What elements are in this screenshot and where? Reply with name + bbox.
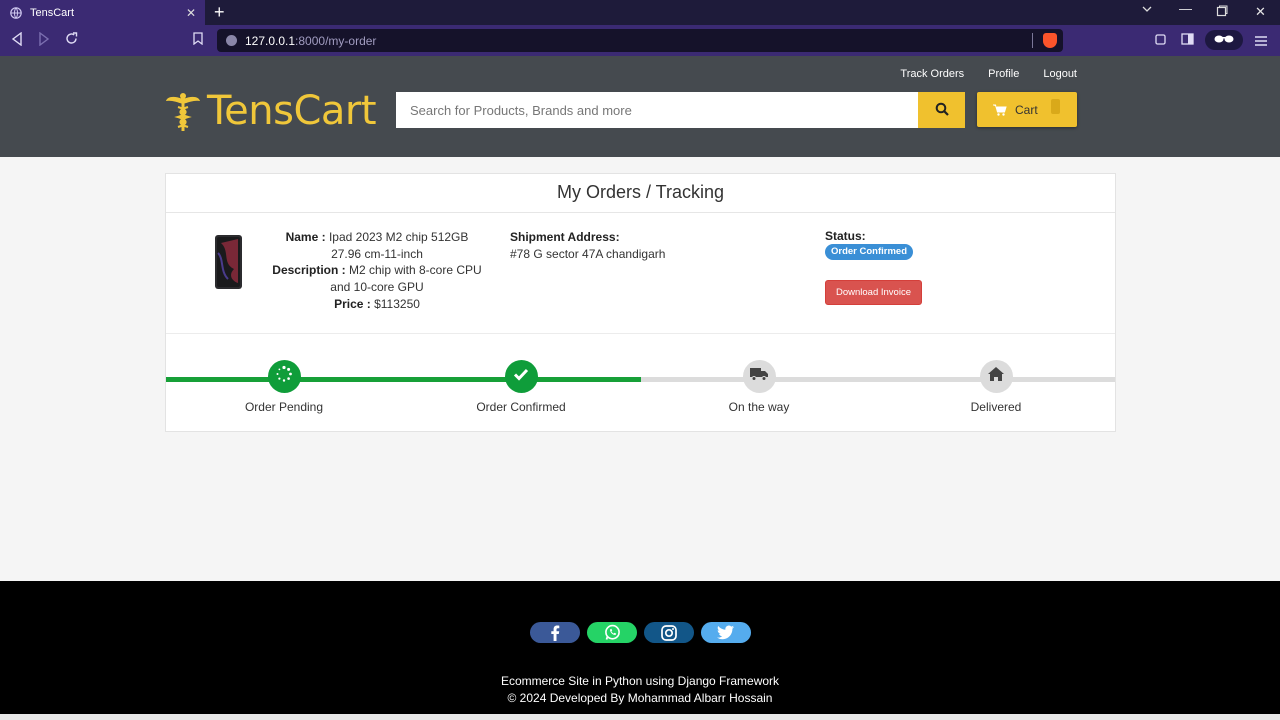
product-price: $113250 (374, 296, 420, 311)
track-orders-link[interactable]: Track Orders (900, 68, 964, 80)
check-icon (513, 367, 529, 386)
site-logo[interactable]: TensCart (165, 88, 377, 134)
site-footer: Ecommerce Site in Python using Django Fr… (0, 581, 1280, 714)
download-invoice-button[interactable]: Download Invoice (825, 280, 922, 305)
description-label: Description : (272, 263, 346, 278)
order-details: Name : Ipad 2023 M2 chip 512GB 27.96 cm-… (166, 213, 1115, 334)
browser-tab-strip: TensCart ✕ + — ✕ (0, 0, 1280, 25)
search-button[interactable] (918, 92, 965, 128)
step-order-pending: Order Pending (184, 360, 384, 414)
step-order-confirmed: Order Confirmed (421, 360, 621, 414)
sidebar-icon[interactable] (1181, 33, 1194, 48)
url-host: 127.0.0.1 (245, 33, 296, 48)
instagram-icon[interactable] (644, 622, 694, 643)
address-bar[interactable]: 127.0.0.1:8000/my-order (217, 29, 1063, 52)
truck-icon (750, 367, 768, 386)
step-label: Delivered (970, 400, 1022, 414)
logout-link[interactable]: Logout (1043, 68, 1077, 80)
page-title: My Orders / Tracking (166, 174, 1115, 213)
footer-copyright: © 2024 Developed By Mohammad Albarr Hoss… (507, 691, 773, 705)
tab-title: TensCart (30, 6, 75, 19)
step-label: Order Confirmed (476, 400, 566, 414)
product-info: Name : Ipad 2023 M2 chip 512GB 27.96 cm-… (269, 229, 485, 313)
price-label: Price : (334, 296, 371, 311)
cart-button[interactable]: Cart (977, 92, 1077, 127)
back-icon[interactable] (11, 31, 23, 49)
name-label: Name : (285, 230, 326, 244)
caduceus-icon (165, 91, 201, 131)
status-badge: Order Confirmed (825, 244, 914, 260)
bookmark-icon[interactable] (193, 32, 203, 48)
menu-icon[interactable] (1255, 34, 1267, 49)
home-icon (988, 367, 1004, 386)
whatsapp-icon[interactable] (587, 622, 637, 643)
product-name: Ipad 2023 M2 chip 512GB 27.96 cm-11-inch (328, 230, 469, 261)
browser-tab[interactable]: TensCart ✕ (0, 0, 205, 25)
cart-icon (993, 104, 1007, 119)
step-circle (504, 360, 538, 393)
url-divider (1032, 33, 1033, 48)
step-on-the-way: On the way (659, 360, 859, 414)
tab-list-chevron-icon[interactable] (1141, 3, 1153, 18)
order-card: My Orders / Tracking Name : Ipad 2023 M2… (165, 173, 1116, 432)
step-label: On the way (728, 400, 790, 414)
status-info: Status: Order Confirmed (825, 229, 914, 260)
bottom-strip (0, 714, 1280, 720)
step-delivered: Delivered (896, 360, 1096, 414)
status-label: Status: (825, 229, 866, 243)
social-links (530, 622, 751, 643)
step-circle (979, 360, 1013, 393)
shipment-address: #78 G sector 47A chandigarh (510, 246, 666, 261)
reload-icon[interactable] (65, 32, 78, 48)
maximize-icon[interactable] (1216, 5, 1228, 20)
private-profile-icon[interactable] (1205, 30, 1243, 50)
footer-text: Ecommerce Site in Python using Django Fr… (0, 673, 1280, 707)
logo-text: TensCart (207, 88, 377, 134)
twitter-icon[interactable] (701, 622, 751, 643)
header-links: Track Orders Profile Logout (876, 68, 1077, 80)
footer-tagline: Ecommerce Site in Python using Django Fr… (500, 674, 780, 688)
cart-count-badge (1051, 99, 1060, 114)
step-label: Order Pending (244, 400, 324, 414)
forward-icon[interactable] (38, 31, 50, 49)
url-path: :8000/my-order (295, 33, 377, 48)
product-image[interactable] (212, 233, 244, 291)
facebook-icon[interactable] (530, 622, 580, 643)
brave-shield-icon[interactable] (1043, 33, 1057, 48)
tab-close-icon[interactable]: ✕ (183, 6, 199, 20)
globe-icon (10, 6, 22, 19)
site-info-icon[interactable] (226, 35, 237, 46)
browser-toolbar: 127.0.0.1:8000/my-order (0, 25, 1280, 56)
step-circle (742, 360, 776, 393)
spinner-icon (275, 365, 293, 388)
shipment-info: Shipment Address: #78 G sector 47A chand… (510, 229, 665, 262)
cart-label: Cart (1015, 102, 1038, 117)
search-input[interactable] (396, 92, 918, 128)
shipment-label: Shipment Address: (510, 230, 620, 244)
site-header: Track Orders Profile Logout TensCart Car… (0, 56, 1280, 157)
extensions-icon[interactable] (1154, 33, 1167, 49)
search-icon (935, 102, 949, 119)
new-tab-icon[interactable]: + (214, 2, 225, 22)
window-close-icon[interactable]: ✕ (1255, 4, 1266, 20)
minimize-icon[interactable]: — (1179, 1, 1192, 16)
product-description: M2 chip with 8-core CPU and 10-core GPU (330, 263, 482, 295)
step-circle (267, 360, 301, 393)
profile-link[interactable]: Profile (988, 68, 1019, 80)
tracking-progress: Order Pending Order Confirmed On the way (166, 334, 1115, 431)
